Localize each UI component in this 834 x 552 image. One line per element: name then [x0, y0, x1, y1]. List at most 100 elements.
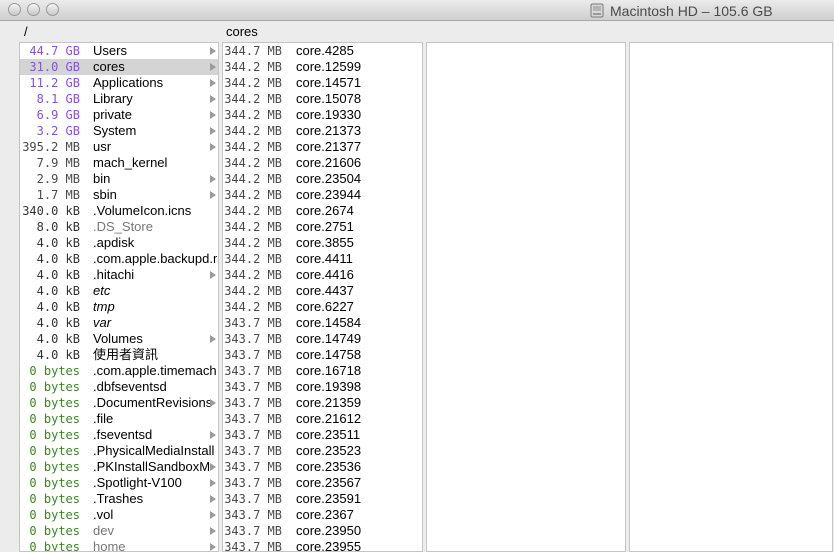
- list-item[interactable]: 0 bytes .PKInstallSandboxM: [20, 459, 218, 475]
- size-cell: 344.2 MB: [223, 107, 282, 123]
- list-item[interactable]: 0 bytes .com.apple.timemach: [20, 363, 218, 379]
- cores-column[interactable]: 344.7 MB core.4285 344.2 MB core.12599 344.2…: [222, 42, 423, 552]
- list-item[interactable]: 344.2 MB core.4437: [223, 283, 422, 299]
- list-item[interactable]: 4.0 kB .hitachi: [20, 267, 218, 283]
- list-item[interactable]: 44.7 GB Users: [20, 43, 218, 59]
- list-item[interactable]: 11.2 GB Applications: [20, 75, 218, 91]
- item-size: 395.2 MB: [22, 140, 80, 154]
- item-name: core.2751: [296, 219, 354, 234]
- list-item[interactable]: 0 bytes .Spotlight-V100: [20, 475, 218, 491]
- list-item[interactable]: 0 bytes .Trashes: [20, 491, 218, 507]
- list-item[interactable]: 343.7 MB core.23536: [223, 459, 422, 475]
- list-item[interactable]: 343.7 MB core.14584: [223, 315, 422, 331]
- list-item[interactable]: 343.7 MB core.21359: [223, 395, 422, 411]
- list-item[interactable]: 344.7 MB core.4285: [223, 43, 422, 59]
- list-item[interactable]: 1.7 MB sbin: [20, 187, 218, 203]
- list-item[interactable]: 343.7 MB core.23511: [223, 427, 422, 443]
- list-item[interactable]: 4.0 kB .com.apple.backupd.m: [20, 251, 218, 267]
- list-item[interactable]: 3.2 GB System: [20, 123, 218, 139]
- list-item[interactable]: 344.2 MB core.4416: [223, 267, 422, 283]
- list-item[interactable]: 343.7 MB core.23591: [223, 491, 422, 507]
- disclosure-arrow-icon: [210, 543, 216, 551]
- list-item[interactable]: 344.2 MB core.23944: [223, 187, 422, 203]
- disclosure-arrow-icon: [210, 479, 216, 487]
- minimize-window-button[interactable]: [27, 3, 40, 16]
- item-name: etc: [93, 283, 111, 298]
- disclosure-arrow-icon: [210, 175, 216, 183]
- list-item[interactable]: 344.2 MB core.21373: [223, 123, 422, 139]
- item-size: 0 bytes: [29, 460, 80, 474]
- item-size: 3.2 GB: [36, 124, 80, 138]
- size-cell: 4.0 kB: [20, 235, 80, 251]
- list-item[interactable]: 343.7 MB core.14749: [223, 331, 422, 347]
- list-item[interactable]: 344.2 MB core.12599: [223, 59, 422, 75]
- list-item[interactable]: 344.2 MB core.2751: [223, 219, 422, 235]
- list-item[interactable]: 344.2 MB core.23504: [223, 171, 422, 187]
- list-item[interactable]: 343.7 MB core.19398: [223, 379, 422, 395]
- item-name: usr: [93, 139, 112, 154]
- close-window-button[interactable]: [8, 3, 21, 16]
- list-item[interactable]: 4.0 kB etc: [20, 283, 218, 299]
- list-item[interactable]: 344.2 MB core.21606: [223, 155, 422, 171]
- list-item[interactable]: 395.2 MB usr: [20, 139, 218, 155]
- list-item[interactable]: 343.7 MB core.14758: [223, 347, 422, 363]
- disclosure-arrow-icon: [210, 63, 216, 71]
- list-item[interactable]: 343.7 MB core.23955: [223, 539, 422, 551]
- item-name: core.4437: [296, 283, 354, 298]
- list-item[interactable]: 343.7 MB core.2367: [223, 507, 422, 523]
- list-item[interactable]: 343.7 MB core.23523: [223, 443, 422, 459]
- root-column[interactable]: 44.7 GB Users 31.0 GB cores 11.2 GB Applicati…: [19, 42, 219, 552]
- item-size: 344.7 MB: [224, 44, 282, 58]
- list-item[interactable]: 344.2 MB core.14571: [223, 75, 422, 91]
- list-item[interactable]: 0 bytes .DocumentRevisions: [20, 395, 218, 411]
- list-item[interactable]: 4.0 kB Volumes: [20, 331, 218, 347]
- item-name: core.4411: [296, 251, 353, 266]
- list-item[interactable]: 344.2 MB core.19330: [223, 107, 422, 123]
- item-size: 343.7 MB: [224, 364, 282, 378]
- item-name: core.19398: [296, 379, 362, 394]
- item-size: 343.7 MB: [224, 316, 282, 330]
- size-cell: 343.7 MB: [223, 427, 282, 443]
- item-size: 343.7 MB: [224, 508, 282, 522]
- item-name: core.6227: [296, 299, 354, 314]
- list-item[interactable]: 4.0 kB var: [20, 315, 218, 331]
- list-item[interactable]: 0 bytes .fseventsd: [20, 427, 218, 443]
- list-item[interactable]: 0 bytes .file: [20, 411, 218, 427]
- size-cell: 344.2 MB: [223, 235, 282, 251]
- list-item[interactable]: 344.2 MB core.3855: [223, 235, 422, 251]
- list-item[interactable]: 0 bytes .PhysicalMediaInstall: [20, 443, 218, 459]
- size-cell: 344.2 MB: [223, 123, 282, 139]
- list-item[interactable]: 0 bytes home: [20, 539, 218, 551]
- list-item[interactable]: 4.0 kB 使用者資訊: [20, 347, 218, 363]
- list-item[interactable]: 343.7 MB core.16718: [223, 363, 422, 379]
- item-name: Library: [93, 91, 133, 106]
- size-cell: 0 bytes: [20, 379, 80, 395]
- size-cell: 344.2 MB: [223, 155, 282, 171]
- list-item[interactable]: 4.0 kB tmp: [20, 299, 218, 315]
- list-item[interactable]: 2.9 MB bin: [20, 171, 218, 187]
- list-item[interactable]: 343.7 MB core.21612: [223, 411, 422, 427]
- list-item[interactable]: 340.0 kB .VolumeIcon.icns: [20, 203, 218, 219]
- list-item[interactable]: 8.0 kB .DS_Store: [20, 219, 218, 235]
- list-item[interactable]: 344.2 MB core.21377: [223, 139, 422, 155]
- list-item[interactable]: 343.7 MB core.23950: [223, 523, 422, 539]
- item-size: 4.0 kB: [36, 236, 80, 250]
- list-item[interactable]: 0 bytes dev: [20, 523, 218, 539]
- size-cell: 344.2 MB: [223, 219, 282, 235]
- list-item[interactable]: 343.7 MB core.23567: [223, 475, 422, 491]
- list-item[interactable]: 344.2 MB core.4411: [223, 251, 422, 267]
- list-item[interactable]: 4.0 kB .apdisk: [20, 235, 218, 251]
- list-item[interactable]: 31.0 GB cores: [20, 59, 218, 75]
- list-item[interactable]: 8.1 GB Library: [20, 91, 218, 107]
- list-item[interactable]: 344.2 MB core.15078: [223, 91, 422, 107]
- list-item[interactable]: 344.2 MB core.6227: [223, 299, 422, 315]
- list-item[interactable]: 7.9 MB mach_kernel: [20, 155, 218, 171]
- list-item[interactable]: 344.2 MB core.2674: [223, 203, 422, 219]
- item-name: sbin: [93, 187, 117, 202]
- item-size: 344.2 MB: [224, 188, 282, 202]
- zoom-window-button[interactable]: [46, 3, 59, 16]
- item-name: cores: [93, 59, 125, 74]
- list-item[interactable]: 0 bytes .vol: [20, 507, 218, 523]
- list-item[interactable]: 0 bytes .dbfseventsd: [20, 379, 218, 395]
- list-item[interactable]: 6.9 GB private: [20, 107, 218, 123]
